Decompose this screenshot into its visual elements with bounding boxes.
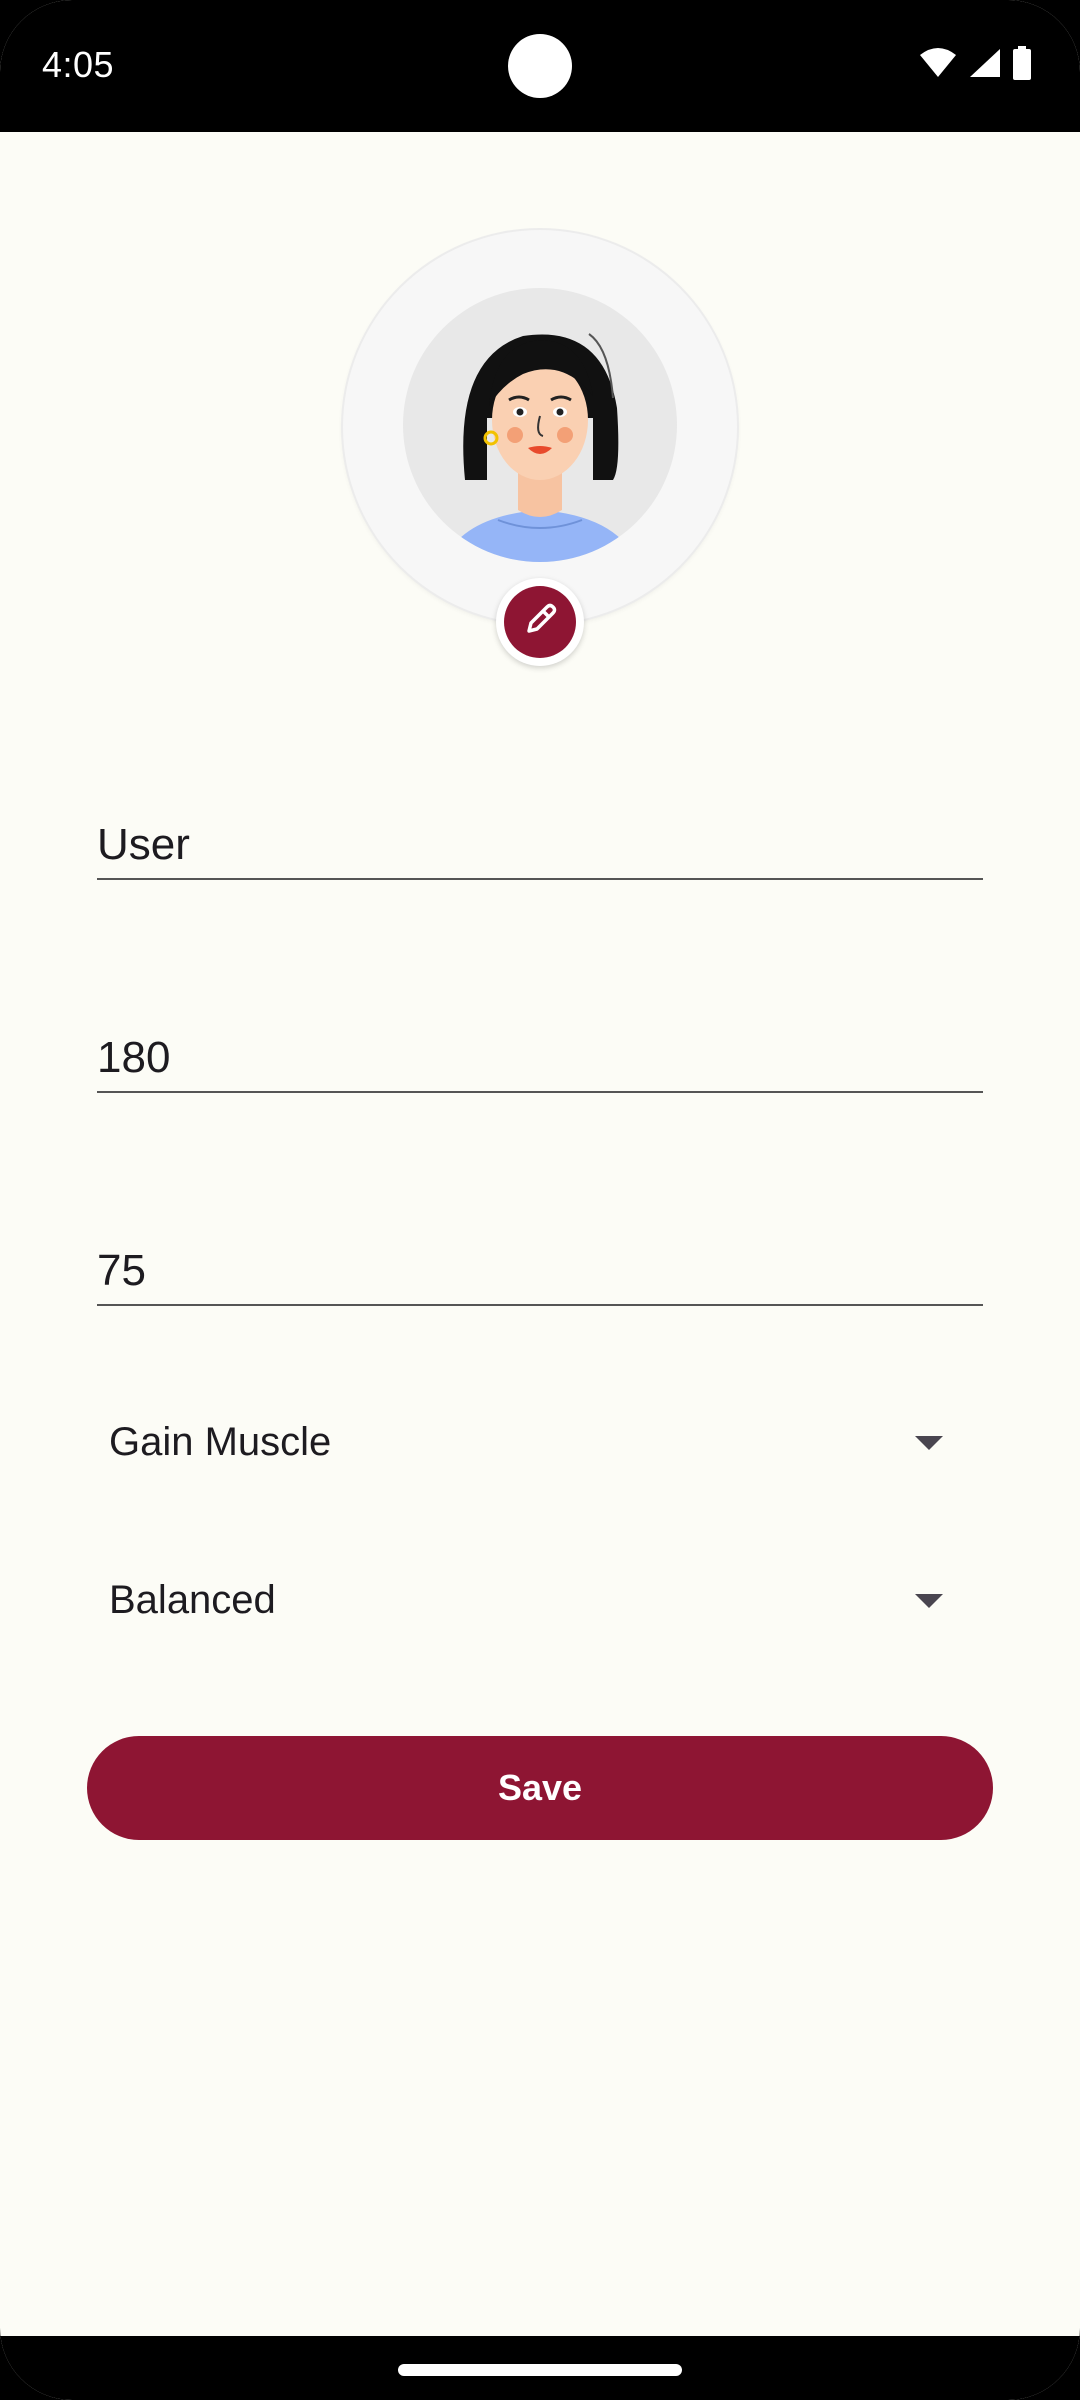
name-field-value: User bbox=[97, 820, 190, 869]
height-field-value: 180 bbox=[97, 1033, 171, 1082]
navigation-bar bbox=[0, 2336, 1080, 2400]
front-camera-cutout bbox=[508, 34, 572, 98]
phone-frame: 4:05 User 180 75 Gain Muscle Balanced Sa… bbox=[0, 0, 1080, 2400]
status-time: 4:05 bbox=[42, 44, 115, 85]
diet-dropdown[interactable]: Balanced bbox=[97, 1556, 983, 1646]
weight-field[interactable]: 75 bbox=[97, 1234, 983, 1306]
goal-dropdown[interactable]: Gain Muscle bbox=[97, 1398, 983, 1488]
name-field[interactable]: User bbox=[97, 808, 983, 880]
save-button[interactable]: Save bbox=[87, 1736, 993, 1840]
edit-avatar-button-fill bbox=[504, 586, 576, 658]
diet-dropdown-value: Balanced bbox=[109, 1578, 276, 1622]
goal-dropdown-value: Gain Muscle bbox=[109, 1420, 332, 1464]
app-screen: 4:05 User 180 75 Gain Muscle Balanced Sa… bbox=[0, 0, 1080, 2400]
pencil-icon bbox=[521, 601, 559, 644]
height-field[interactable]: 180 bbox=[97, 1021, 983, 1093]
battery-icon bbox=[1012, 46, 1032, 85]
home-indicator[interactable] bbox=[398, 2364, 682, 2376]
edit-avatar-button[interactable] bbox=[496, 578, 584, 666]
dropdown-arrow-icon bbox=[915, 1594, 943, 1608]
avatar-illustration-icon bbox=[443, 333, 637, 562]
avatar-container bbox=[343, 230, 737, 624]
wifi-icon bbox=[918, 47, 958, 84]
dropdown-arrow-icon bbox=[915, 1436, 943, 1450]
status-icons bbox=[918, 46, 1032, 85]
weight-field-value: 75 bbox=[97, 1246, 146, 1295]
signal-icon bbox=[968, 47, 1002, 84]
avatar bbox=[403, 288, 677, 562]
status-bar: 4:05 bbox=[0, 0, 1080, 132]
